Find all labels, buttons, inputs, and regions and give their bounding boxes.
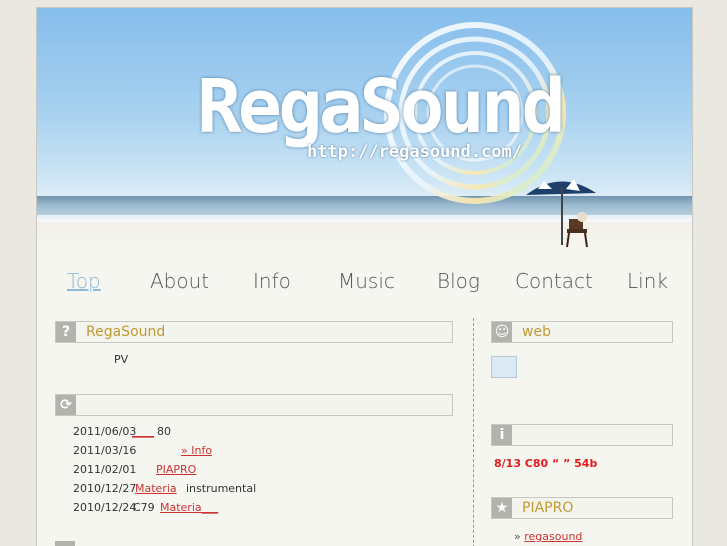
update-date: 2011/06/03 xyxy=(73,425,137,438)
info-icon: i xyxy=(492,425,512,445)
refresh-icon: ⟳ xyxy=(56,395,76,415)
update-text: instrumental xyxy=(186,482,257,495)
piapro-link[interactable]: regasound xyxy=(524,530,582,543)
piapro-title: PIAPRO xyxy=(522,500,574,516)
beach-umbrella-graphic xyxy=(526,179,596,248)
web-banner-thumbnail[interactable] xyxy=(491,356,517,378)
nav-info[interactable]: Info xyxy=(253,269,291,293)
site-logo[interactable]: RegaSound xyxy=(197,70,566,144)
update-link[interactable]: Materia___ xyxy=(160,501,218,514)
nav-music[interactable]: Music xyxy=(338,269,395,293)
piapro-heading: ★ PIAPRO xyxy=(491,497,673,519)
site-url: http://regasound.com/ xyxy=(307,142,522,162)
piapro-link-row: » regasound xyxy=(514,530,582,543)
nav-about[interactable]: About xyxy=(150,269,209,293)
update-prefix: C79 xyxy=(133,501,155,514)
intro-text: PV xyxy=(114,353,129,366)
update-date: 2010/12/27 xyxy=(73,482,137,495)
update-link[interactable]: » Info xyxy=(181,444,212,457)
update-link[interactable]: Materia xyxy=(135,482,177,495)
update-text: 80 xyxy=(157,425,171,438)
next-section-heading-icon xyxy=(55,541,75,546)
intro-heading: ? RegaSound xyxy=(55,321,453,343)
nav-link[interactable]: Link xyxy=(627,269,668,293)
update-date: 2011/02/01 xyxy=(73,463,137,476)
page-container: RegaSound http://regasound.com/ Top Abou… xyxy=(36,7,693,546)
update-date: 2010/12/24 xyxy=(73,501,137,514)
web-title: web xyxy=(522,324,551,340)
header-banner: RegaSound http://regasound.com/ xyxy=(37,8,692,248)
star-icon: ★ xyxy=(492,498,512,518)
link-bullet: » xyxy=(514,530,521,543)
nav-top[interactable]: Top xyxy=(67,269,101,293)
updates-heading: ⟳ xyxy=(55,394,453,416)
update-link[interactable]: PIAPRO xyxy=(156,463,196,476)
nav-blog[interactable]: Blog xyxy=(437,269,480,293)
update-date: 2011/03/16 xyxy=(73,444,137,457)
question-icon: ? xyxy=(56,322,76,342)
web-heading: ☺ web xyxy=(491,321,673,343)
main-nav: Top About Info Music Blog Contact Link xyxy=(37,263,692,303)
event-alert: 8/13 C80 “ ” 54b xyxy=(494,457,598,470)
info-heading: i xyxy=(491,424,673,446)
update-link[interactable]: ____ xyxy=(132,425,154,438)
column-divider xyxy=(473,318,474,546)
nav-contact[interactable]: Contact xyxy=(515,269,593,293)
intro-title: RegaSound xyxy=(86,324,166,340)
smile-icon: ☺ xyxy=(492,322,512,342)
